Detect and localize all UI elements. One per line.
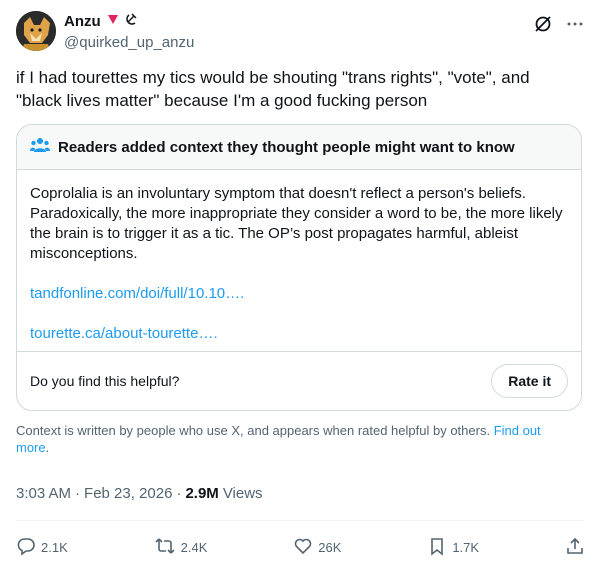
reply-count: 2.1K <box>41 539 68 555</box>
meta-separator: · <box>176 485 182 502</box>
tweet-date[interactable]: Feb 23, 2026 <box>84 485 172 502</box>
repost-button[interactable]: 2.4K <box>154 536 208 559</box>
note-header: Readers added context they thought peopl… <box>17 125 581 170</box>
share-icon <box>565 536 585 559</box>
user-handle[interactable]: @quirked_up_anzu <box>64 34 194 51</box>
action-bar: 2.1K 2.4K 26K 1.7K <box>16 534 585 560</box>
community-note: Readers added context they thought peopl… <box>16 124 582 411</box>
context-trailing: . <box>45 440 50 455</box>
share-button[interactable] <box>565 536 585 559</box>
hammer-sickle-icon <box>125 12 138 30</box>
reply-button[interactable]: 2.1K <box>16 536 68 559</box>
grok-icon[interactable] <box>533 14 553 34</box>
bookmark-count: 1.7K <box>452 539 480 555</box>
red-triangle-icon <box>107 12 119 30</box>
tweet-time[interactable]: 3:03 AM <box>16 485 71 502</box>
repost-count: 2.4K <box>180 539 208 555</box>
display-name[interactable]: Anzu <box>64 13 101 30</box>
views-count: 2.9M <box>185 485 219 502</box>
tweet-text: if I had tourettes my tics would be shou… <box>16 68 530 110</box>
fox-avatar-icon[interactable] <box>16 11 56 51</box>
note-text: Coprolalia is an involuntary symptom tha… <box>30 185 563 262</box>
repost-icon <box>154 536 176 559</box>
like-count: 26K <box>318 539 342 555</box>
tweet-header: Anzu @quirked_up_anzu <box>16 10 585 54</box>
reply-icon <box>16 536 36 559</box>
helpful-question: Do you find this helpful? <box>30 373 180 389</box>
heart-icon <box>293 536 313 559</box>
context-text: Context is written by people who use X, … <box>16 423 491 438</box>
note-title: Readers added context they thought peopl… <box>58 138 515 156</box>
bookmark-icon <box>427 536 447 559</box>
note-source-link-2[interactable]: tourette.ca/about-tourette…. <box>30 324 568 344</box>
note-source-link-1[interactable]: tandfonline.com/doi/full/10.10…. <box>30 284 568 304</box>
more-icon[interactable] <box>565 14 585 34</box>
rate-it-button[interactable]: Rate it <box>491 364 568 398</box>
meta-separator: · <box>75 485 81 502</box>
context-disclaimer: Context is written by people who use X, … <box>16 422 576 456</box>
people-icon <box>30 137 50 158</box>
tweet-meta: 3:03 AM · Feb 23, 2026 · 2.9M Views <box>16 485 263 502</box>
like-button[interactable]: 26K <box>293 536 341 559</box>
bookmark-button[interactable]: 1.7K <box>427 536 479 559</box>
divider <box>16 520 583 521</box>
note-footer: Do you find this helpful? Rate it <box>17 351 581 410</box>
views-label: Views <box>222 485 263 502</box>
